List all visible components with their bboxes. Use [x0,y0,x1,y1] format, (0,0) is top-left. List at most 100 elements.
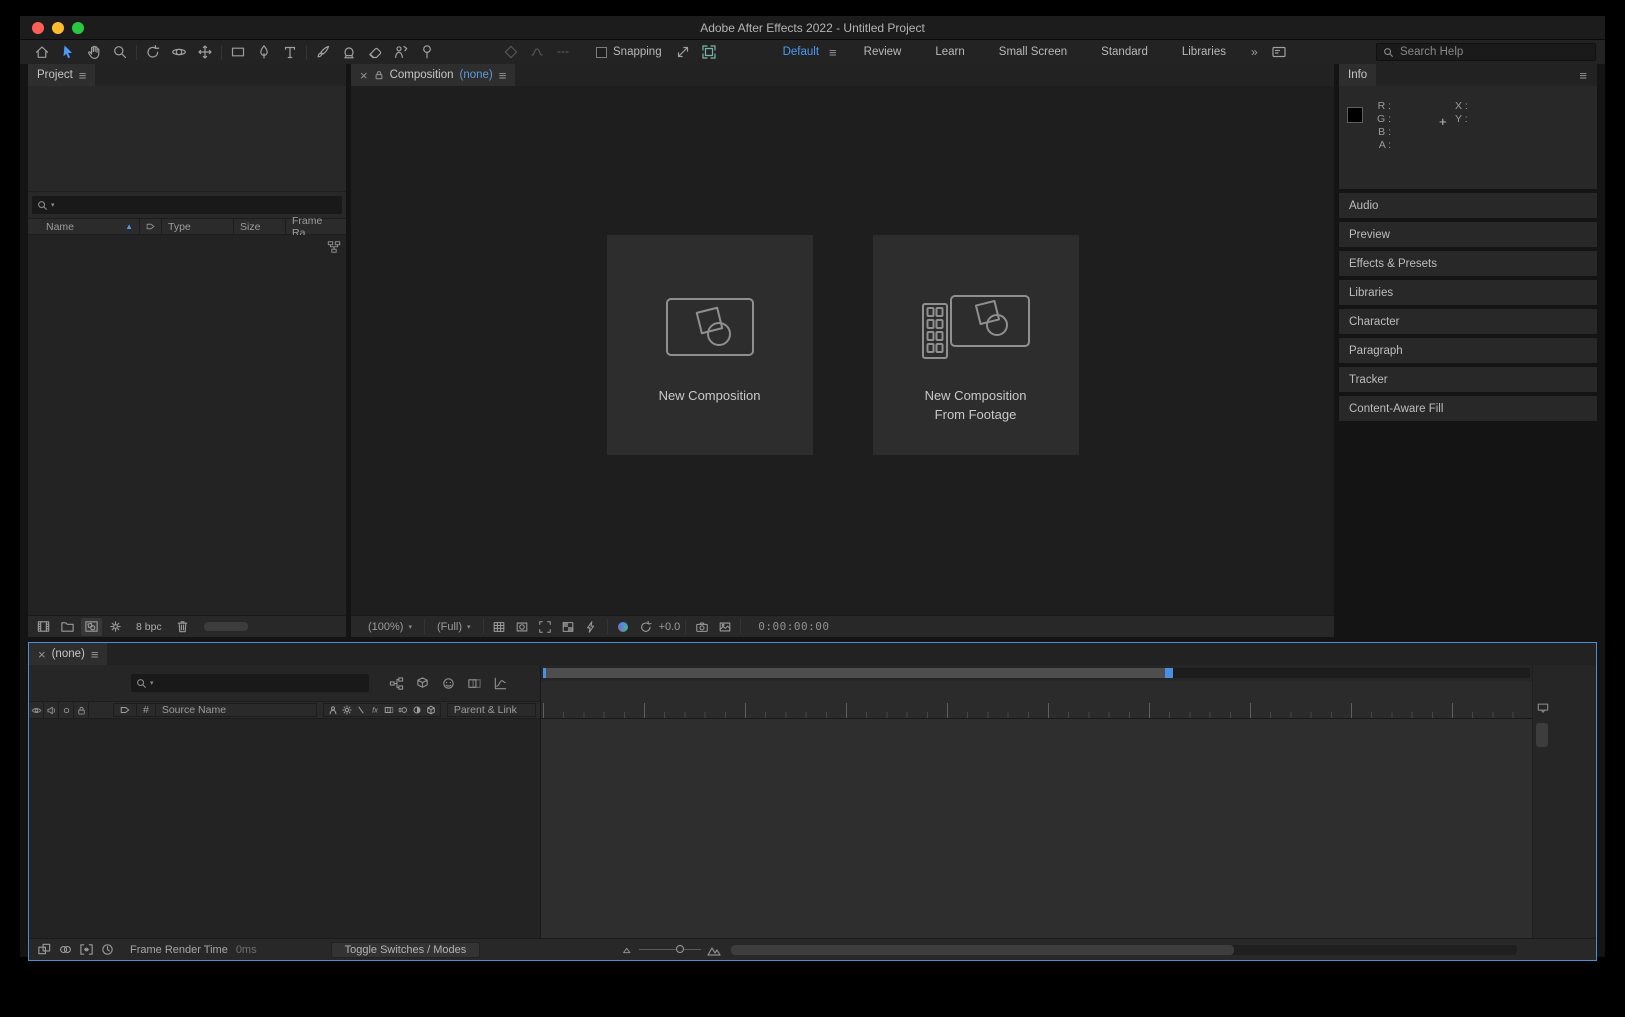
eraser-tool-icon[interactable] [362,41,388,63]
delete-icon[interactable] [172,618,193,636]
panel-tab-tracker[interactable]: Tracker [1339,367,1597,392]
search-options-icon[interactable]: ▾ [51,201,55,209]
time-navigator-track[interactable] [543,668,1530,678]
column-frame-rate[interactable]: Frame Ra.. [286,219,346,234]
column-type[interactable]: Type [162,219,234,234]
close-window-button[interactable] [32,22,44,34]
frame-blending-icon[interactable] [382,704,396,716]
workspace-tab-standard[interactable]: Standard [1084,46,1165,58]
transfer-controls-pane-icon[interactable] [55,941,76,959]
3d-layer-icon[interactable] [424,704,438,716]
show-snapshot-icon[interactable] [714,618,735,636]
color-management-icon[interactable] [613,618,634,636]
layer-switches-pane-icon[interactable] [34,941,55,959]
pan-behind-tool-icon[interactable] [192,41,218,63]
magnification-dropdown[interactable]: (100%) ▾ [361,621,419,633]
panel-tab-audio[interactable]: Audio [1339,193,1597,218]
video-visibility-icon[interactable] [29,702,44,718]
project-panel-menu-icon[interactable]: ≡ [79,69,87,82]
type-tool-icon[interactable] [277,41,303,63]
timeline-search-input[interactable] [157,677,364,689]
composition-panel-menu-icon[interactable]: ≡ [499,69,507,82]
snap-angle-icon[interactable] [670,41,696,63]
snapping-label[interactable]: Snapping [613,46,662,58]
graph-editor-icon[interactable] [487,673,513,693]
project-horizontal-scrollbar[interactable] [204,622,248,631]
rectangle-tool-icon[interactable] [225,41,251,63]
workspace-tab-default[interactable]: Default [766,46,826,58]
time-navigator-bar[interactable] [543,668,1165,678]
lock-icon[interactable] [374,70,384,80]
grid-guides-icon[interactable] [489,618,510,636]
exposure-value[interactable]: +0.0 [659,621,681,633]
project-settings-icon[interactable] [105,618,126,636]
roto-brush-tool-icon[interactable] [388,41,414,63]
workspace-menu-icon[interactable]: ≡ [826,46,847,59]
adjustment-layer-icon[interactable] [410,704,424,716]
new-composition-card[interactable]: New Composition [607,235,813,455]
zoom-slider-knob[interactable] [676,945,684,953]
workspace-tab-small-screen[interactable]: Small Screen [982,46,1084,58]
close-icon[interactable]: × [38,648,46,661]
project-search-input[interactable] [58,199,337,211]
shy-icon[interactable] [326,704,340,716]
brush-tool-icon[interactable] [310,41,336,63]
workspace-tab-review[interactable]: Review [847,46,919,58]
audio-icon[interactable] [44,702,59,718]
toggle-switches-modes-button[interactable]: Toggle Switches / Modes [331,942,481,958]
panel-tab-content-aware-fill[interactable]: Content-Aware Fill [1339,396,1597,421]
search-options-icon[interactable]: ▾ [150,679,154,687]
zoom-out-mountain-icon[interactable] [622,944,633,955]
effects-icon[interactable]: fx [368,704,382,716]
project-flowchart-icon[interactable] [327,240,341,259]
new-composition-icon[interactable] [81,618,102,636]
tab-composition[interactable]: × Composition (none) ≡ [351,64,515,86]
clone-stamp-tool-icon[interactable] [336,41,362,63]
in-out-duration-pane-icon[interactable] [76,941,97,959]
quality-icon[interactable] [354,704,368,716]
number-column[interactable]: # [137,704,156,716]
timecode-field[interactable]: 0:00:00:00 [746,620,829,633]
tab-info[interactable]: Info [1339,64,1376,86]
camera-tool-icon[interactable] [166,41,192,63]
time-navigator-end-handle[interactable] [1165,668,1173,678]
source-name-column[interactable]: Source Name [156,704,316,716]
workspace-tab-learn[interactable]: Learn [918,46,981,58]
fast-previews-icon[interactable] [581,618,602,636]
puppet-pin-tool-icon[interactable] [414,41,440,63]
snapping-checkbox[interactable] [596,47,607,58]
label-column[interactable] [114,704,137,716]
snapshot-icon[interactable] [691,618,712,636]
new-folder-icon[interactable] [57,618,78,636]
new-composition-from-footage-card[interactable]: New Composition From Footage [873,235,1079,455]
shy-layers-icon[interactable] [435,673,461,693]
snap-frame-icon[interactable] [696,41,722,63]
reset-exposure-icon[interactable] [636,618,657,636]
minimize-window-button[interactable] [52,22,64,34]
mini-flowchart-icon[interactable] [383,673,409,693]
timeline-panel-menu-icon[interactable]: ≡ [91,648,99,661]
home-icon[interactable] [29,41,55,63]
resolution-dropdown[interactable]: (Full) ▾ [430,621,478,633]
workspace-tab-libraries[interactable]: Libraries [1165,46,1243,58]
comp-marker-bin-icon[interactable] [1537,701,1549,719]
collapse-transformations-icon[interactable] [340,704,354,716]
zoom-in-mountain-icon[interactable] [707,943,721,957]
close-icon[interactable]: × [360,69,368,82]
zoom-window-button[interactable] [72,22,84,34]
frame-blending-icon[interactable] [461,673,487,693]
zoom-tool-icon[interactable] [107,41,133,63]
pen-tool-icon[interactable] [251,41,277,63]
interpret-footage-icon[interactable] [33,618,54,636]
timeline-horizontal-scrollbar[interactable] [731,945,1517,955]
horizontal-scroll-thumb[interactable] [731,945,1234,955]
info-panel-menu-icon[interactable]: ≡ [1579,69,1597,82]
vertical-scrollbar[interactable] [1536,723,1548,747]
panel-tab-libraries[interactable]: Libraries [1339,280,1597,305]
rotation-tool-icon[interactable] [140,41,166,63]
solo-icon[interactable] [59,702,74,718]
draft-3d-icon[interactable] [409,673,435,693]
panel-tab-preview[interactable]: Preview [1339,222,1597,247]
color-depth-button[interactable]: 8 bpc [129,621,169,633]
panel-tab-character[interactable]: Character [1339,309,1597,334]
